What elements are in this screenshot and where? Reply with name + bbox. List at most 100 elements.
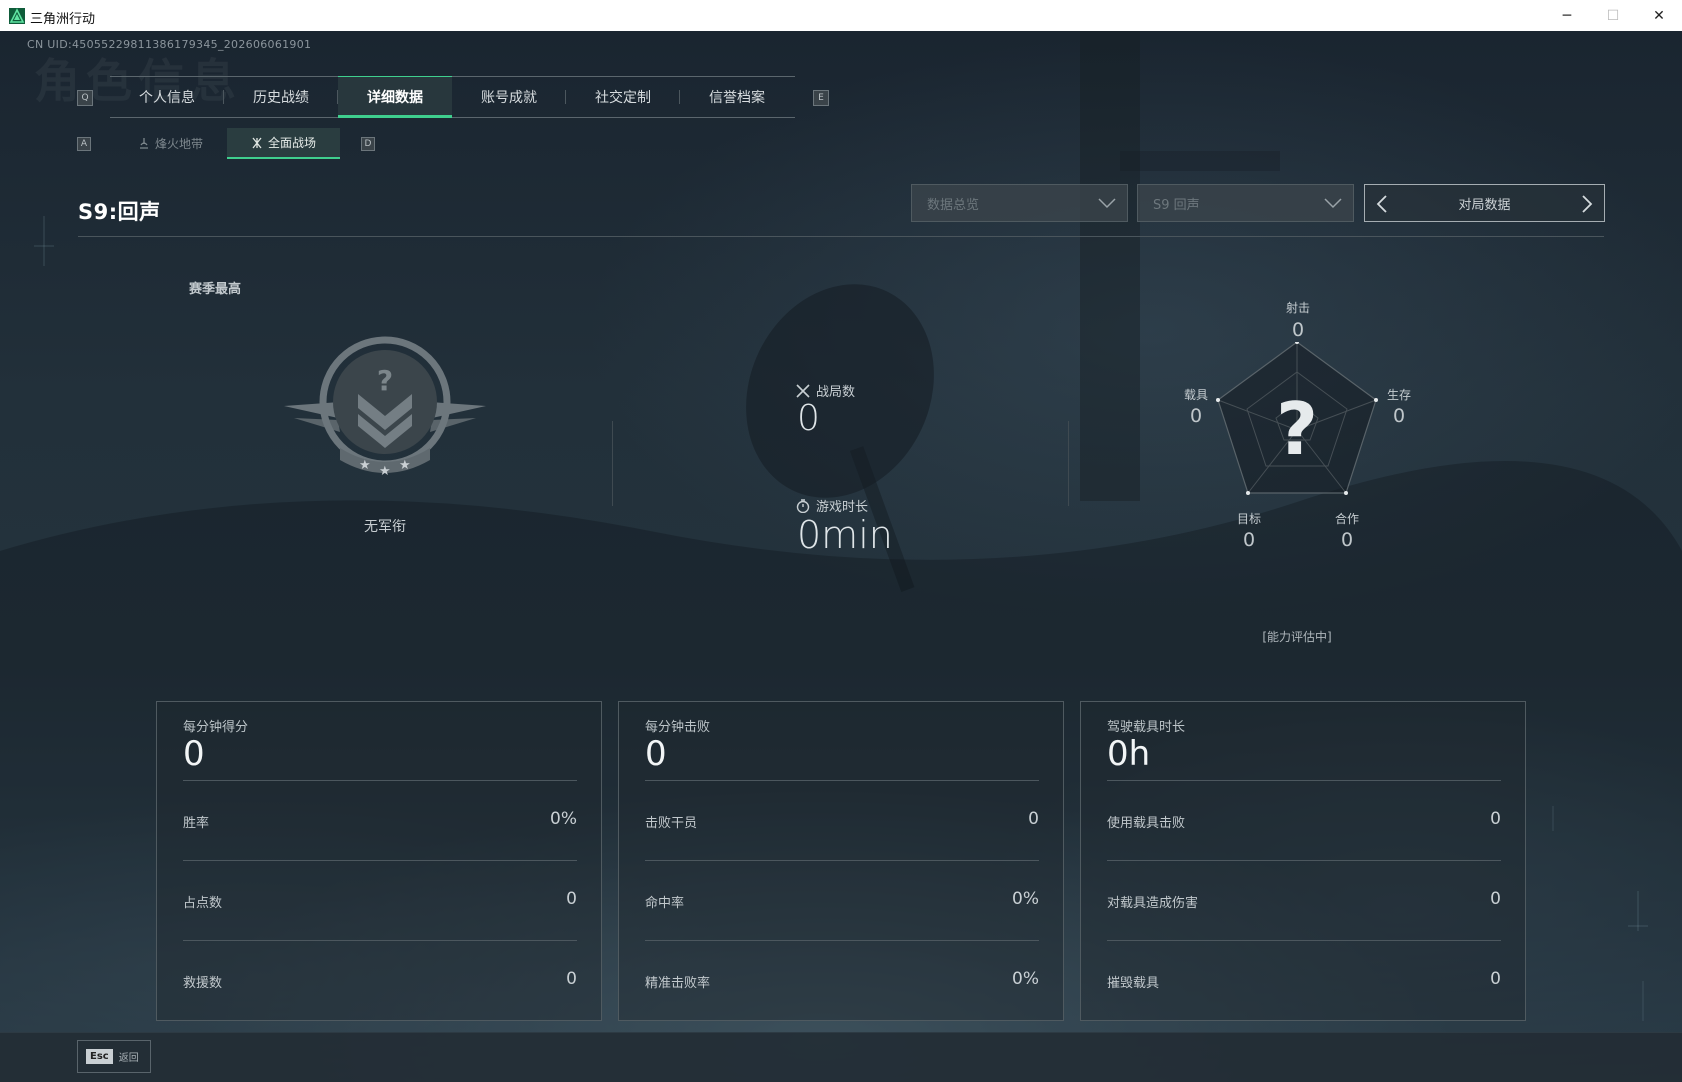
chevron-down-icon — [1098, 198, 1116, 209]
app-logo-icon — [9, 8, 25, 24]
radar-value-shooting: 0 — [1291, 319, 1305, 341]
chevron-left-icon[interactable] — [1375, 194, 1389, 214]
radar-value-teamwork: 0 — [1340, 529, 1354, 551]
tab-prev-key-hint[interactable]: Q — [77, 90, 93, 106]
tab-achievements[interactable]: 账号成就 — [452, 77, 566, 117]
radar-label-vehicle: 载具 — [1183, 388, 1208, 402]
crossed-swords-icon — [796, 383, 810, 398]
column-divider — [612, 421, 613, 506]
close-button[interactable]: ✕ — [1636, 0, 1682, 31]
stat-value: 0 — [1028, 809, 1039, 829]
stat-label: 胜率 — [183, 816, 210, 831]
stat-label: 对载具造成伤害 — [1107, 896, 1199, 911]
stat-row: 胜率 0% — [183, 780, 577, 860]
svg-text:★: ★ — [379, 464, 391, 479]
subtab-full-battlefield[interactable]: 全面战场 — [227, 128, 340, 159]
tab-label: 账号成就 — [481, 90, 537, 106]
svg-text:★: ★ — [399, 458, 411, 473]
window-titlebar: 三角洲行动 ─ ☐ ✕ — [0, 0, 1682, 32]
svg-text:?: ? — [377, 364, 393, 397]
radar-label-survival: 生存 — [1386, 388, 1411, 402]
season-best-label: 赛季最高 — [189, 282, 242, 297]
playtime-value: 0min — [797, 513, 893, 557]
esc-key-hint: Esc — [86, 1049, 113, 1064]
tab-label: 详细数据 — [367, 90, 423, 106]
player-uid: CN UID:45055229811386179345_202606061901 — [27, 38, 312, 51]
match-data-pager: 对局数据 — [1364, 184, 1605, 222]
stat-row: 对载具造成伤害 0 — [1107, 860, 1501, 940]
panel-head-label: 驾驶载具时长 — [1107, 720, 1186, 735]
dropdown-value: S9 回声 — [1153, 197, 1200, 213]
subtab-extraction-zone[interactable]: 烽火地带 — [114, 128, 227, 158]
stat-row: 精准击败率 0% — [645, 940, 1039, 1020]
stat-label: 摧毁载具 — [1107, 976, 1160, 991]
radar-value-survival: 0 — [1392, 405, 1406, 427]
stat-panel-vehicles: 驾驶载具时长 0h 使用载具击败 0 对载具造成伤害 0 摧毁载具 0 — [1080, 701, 1526, 1021]
panel-head-value: 0 — [645, 734, 667, 774]
stat-label: 精准击败率 — [645, 976, 711, 991]
stat-value: 0 — [566, 969, 577, 989]
crossed-arrows-icon — [252, 137, 262, 148]
radar-value-objective: 0 — [1242, 529, 1256, 551]
season-title: S9:回声 — [78, 200, 161, 224]
stat-row: 救援数 0 — [183, 940, 577, 1020]
stat-row: 摧毁载具 0 — [1107, 940, 1501, 1020]
game-canvas: 角色信息 CN UID:45055229811386179345_2026060… — [0, 31, 1682, 1082]
footer-bar: Esc 返回 — [0, 1032, 1682, 1082]
subtab-next-key-hint[interactable]: D — [361, 137, 375, 151]
beacon-icon — [139, 138, 148, 149]
stat-label: 使用载具击败 — [1107, 816, 1186, 831]
back-label: 返回 — [118, 1053, 139, 1064]
stat-row: 命中率 0% — [645, 860, 1039, 940]
tab-credit-record[interactable]: 信誉档案 — [680, 77, 794, 117]
ability-radar-chart: ? — [1216, 342, 1378, 495]
stat-label: 占点数 — [183, 896, 223, 911]
tab-social[interactable]: 社交定制 — [566, 77, 680, 117]
stopwatch-icon — [796, 498, 810, 513]
stat-value: 0% — [1012, 889, 1039, 909]
stat-row: 使用载具击败 0 — [1107, 780, 1501, 860]
radar-unknown-mark: ? — [1276, 387, 1318, 471]
back-button[interactable]: Esc 返回 — [77, 1040, 151, 1073]
rank-badge-icon: ? ★ ★ ★ — [284, 336, 486, 479]
stat-value: 0% — [1012, 969, 1039, 989]
stat-value: 0 — [1490, 969, 1501, 989]
stat-value: 0 — [1490, 809, 1501, 829]
maximize-button[interactable]: ☐ — [1590, 0, 1636, 31]
tab-next-key-hint[interactable]: E — [813, 90, 829, 106]
data-type-dropdown[interactable]: 数据总览 — [911, 184, 1128, 222]
chevron-right-icon[interactable] — [1580, 194, 1594, 214]
stat-label: 命中率 — [645, 896, 685, 911]
radar-value-vehicle: 0 — [1189, 405, 1203, 427]
radar-label-objective: 目标 — [1236, 512, 1261, 526]
column-divider — [1068, 421, 1069, 506]
panel-head-label: 每分钟得分 — [183, 720, 249, 735]
panel-head-value: 0 — [183, 734, 205, 774]
ability-status: [能力评估中] — [1262, 630, 1332, 644]
panel-head-label: 每分钟击败 — [645, 720, 711, 735]
tab-profile[interactable]: 个人信息 — [110, 77, 224, 117]
subtab-prev-key-hint[interactable]: A — [77, 137, 91, 151]
stat-panel-kills: 每分钟击败 0 击败干员 0 命中率 0% 精准击败率 0% — [618, 701, 1064, 1021]
svg-text:★: ★ — [359, 458, 371, 473]
stat-label: 救援数 — [183, 976, 223, 991]
matches-value: 0 — [797, 398, 820, 439]
dropdown-value: 数据总览 — [927, 197, 980, 213]
tab-history[interactable]: 历史战绩 — [224, 77, 338, 117]
stat-value: 0 — [566, 889, 577, 909]
main-tab-bar: 个人信息 历史战绩 详细数据 账号成就 社交定制 信誉档案 — [110, 76, 795, 118]
panel-head-value: 0h — [1107, 734, 1151, 774]
radar-label-shooting: 射击 — [1285, 301, 1310, 315]
tab-label: 个人信息 — [139, 90, 195, 106]
matches-label: 战局数 — [816, 385, 856, 400]
tab-detailed-data[interactable]: 详细数据 — [338, 76, 452, 118]
stat-value: 0 — [1490, 889, 1501, 909]
radar-label-teamwork: 合作 — [1334, 512, 1359, 526]
stat-row: 击败干员 0 — [645, 780, 1039, 860]
minimize-button[interactable]: ─ — [1544, 0, 1590, 31]
stat-row: 占点数 0 — [183, 860, 577, 940]
rank-name: 无军衔 — [364, 519, 406, 535]
season-dropdown[interactable]: S9 回声 — [1137, 184, 1354, 222]
subtab-label: 烽火地带 — [154, 136, 203, 151]
stat-label: 击败干员 — [645, 816, 698, 831]
